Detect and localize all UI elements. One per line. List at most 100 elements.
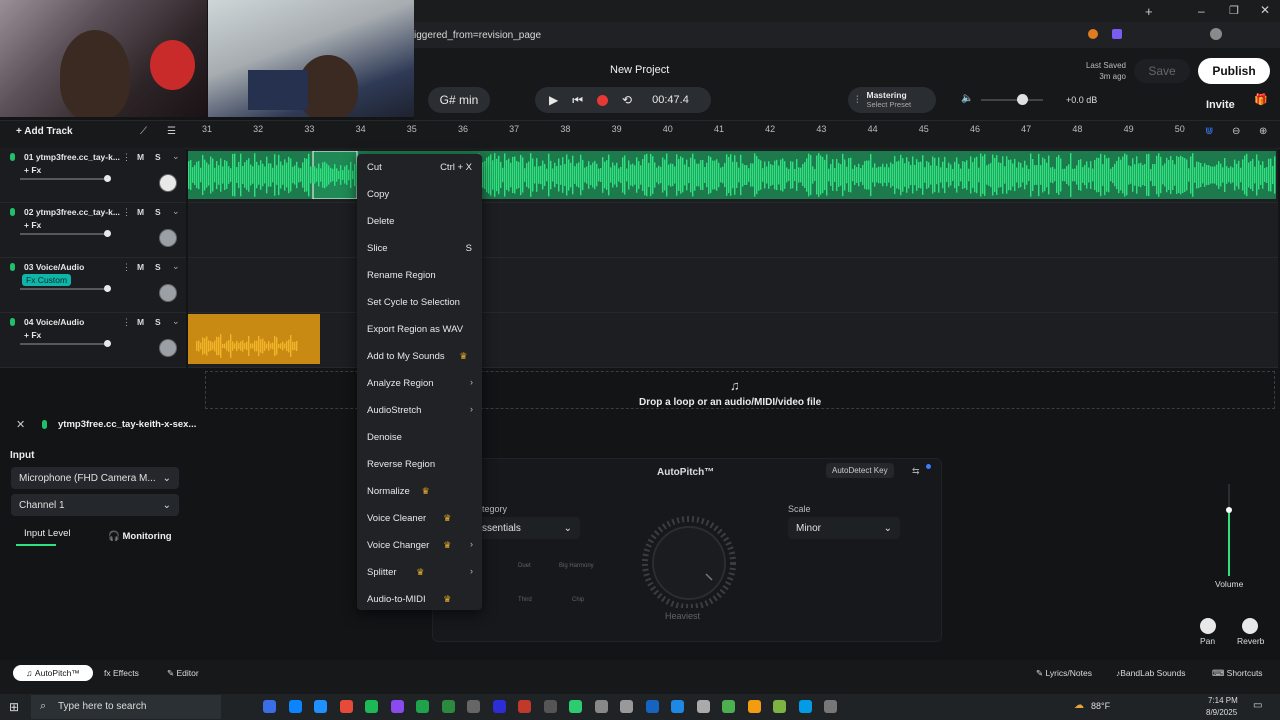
preset-third[interactable]: Third xyxy=(518,597,532,603)
solo-button[interactable]: S xyxy=(155,207,161,217)
add-fx-button[interactable]: + Fx xyxy=(24,220,41,230)
snap-icon[interactable]: ⋓ xyxy=(1205,126,1213,137)
track-name[interactable]: 03 Voice/Audio xyxy=(24,262,84,272)
maximize-icon[interactable]: ❐ xyxy=(1229,4,1239,17)
track-volume-knob[interactable] xyxy=(104,340,111,347)
taskbar-app-icon[interactable] xyxy=(518,700,531,713)
master-volume-slider[interactable] xyxy=(981,99,1043,101)
invite-button[interactable]: Invite xyxy=(1206,99,1235,111)
taskbar-app-icon[interactable] xyxy=(314,700,327,713)
publish-button[interactable]: Publish xyxy=(1198,58,1270,84)
lyrics-notes-button[interactable]: ✎ Lyrics/Notes xyxy=(1036,668,1092,679)
taskbar-app-icon[interactable] xyxy=(594,700,608,713)
chevron-down-icon[interactable]: ⌄ xyxy=(172,261,180,272)
close-window-icon[interactable]: ✕ xyxy=(1260,3,1270,17)
volume-slider-thumb[interactable] xyxy=(1226,507,1232,513)
menu-item-audio-to-midi[interactable]: Audio-to-MIDI ♛ xyxy=(357,592,482,612)
bandlab-sounds-button[interactable]: ♪BandLab Sounds xyxy=(1116,668,1185,678)
track-volume-slider[interactable] xyxy=(20,343,108,345)
track-header-3[interactable]: 03 Voice/Audio Fx Custom ⋮ M S ⌄ xyxy=(0,258,186,313)
track-header-4[interactable]: 04 Voice/Audio + Fx ⋮ M S ⌄ xyxy=(0,313,186,368)
taskbar-app-icon[interactable] xyxy=(263,700,276,713)
preset-chip[interactable]: Chip xyxy=(572,597,584,603)
menu-item-reverse-region[interactable]: Reverse Region xyxy=(357,457,482,477)
track-header-1[interactable]: 01 ytmp3free.cc_tay-k... + Fx ⋮ M S ⌄ xyxy=(0,148,186,203)
pan-knob[interactable] xyxy=(159,174,177,192)
add-track-button[interactable]: + Add Track xyxy=(16,126,73,137)
track-name[interactable]: 04 Voice/Audio xyxy=(24,317,84,327)
menu-item-denoise[interactable]: Denoise xyxy=(357,430,482,450)
scale-select[interactable]: Minor ⌄ xyxy=(788,517,900,539)
ruler-bar-number[interactable]: 38 xyxy=(555,124,575,134)
track-menu-icon[interactable]: ⋮ xyxy=(122,152,131,163)
menu-item-splitter[interactable]: Splitter ♛ › xyxy=(357,565,482,585)
address-bar[interactable] xyxy=(414,22,1280,48)
audio-region-1[interactable] xyxy=(188,151,1276,199)
temperature[interactable]: 88°F xyxy=(1091,701,1110,711)
rewind-icon[interactable]: ⏮ xyxy=(572,93,583,108)
url-text[interactable]: iggered_from=revision_page xyxy=(414,30,541,41)
taskbar-app-icon[interactable] xyxy=(671,700,684,713)
taskbar-app-icon[interactable] xyxy=(365,700,378,713)
monitoring-button[interactable]: 🎧 Monitoring xyxy=(108,531,172,542)
track-volume-slider[interactable] xyxy=(20,233,108,235)
project-title[interactable]: New Project xyxy=(610,64,669,76)
save-button[interactable]: Save xyxy=(1134,59,1190,83)
solo-button[interactable]: S xyxy=(155,262,161,272)
track-menu-icon[interactable]: ⋮ xyxy=(122,207,131,218)
play-icon[interactable]: ▶ xyxy=(549,93,558,107)
ruler-bar-number[interactable]: 33 xyxy=(299,124,319,134)
menu-item-voice-cleaner[interactable]: Voice Cleaner ♛ xyxy=(357,511,482,531)
taskbar-app-icon[interactable] xyxy=(798,700,812,713)
menu-item-slice[interactable]: Slice S xyxy=(357,241,482,261)
ruler-bar-number[interactable]: 39 xyxy=(607,124,627,134)
menu-item-cut[interactable]: Cut Ctrl + X xyxy=(357,160,482,180)
mute-button[interactable]: M xyxy=(137,317,144,327)
taskbar-app-icon[interactable] xyxy=(645,700,659,713)
audio-region-4[interactable] xyxy=(188,314,320,364)
solo-button[interactable]: S xyxy=(155,317,161,327)
chevron-down-icon[interactable]: ⌄ xyxy=(172,151,180,162)
ruler-bar-number[interactable]: 44 xyxy=(863,124,883,134)
pan-knob[interactable] xyxy=(159,339,177,357)
chevron-down-icon[interactable]: ⌄ xyxy=(172,206,180,217)
taskbar-app-icon[interactable] xyxy=(620,700,633,713)
ruler-bar-number[interactable]: 34 xyxy=(351,124,371,134)
menu-item-analyze-region[interactable]: Analyze Region › xyxy=(357,376,482,396)
clock-date[interactable]: 8/9/2025 xyxy=(1206,708,1237,717)
track-lane-2[interactable] xyxy=(188,203,1278,258)
autodetect-key-button[interactable]: AutoDetect Key xyxy=(826,463,894,478)
mute-button[interactable]: M xyxy=(137,262,144,272)
clock-time[interactable]: 7:14 PM xyxy=(1208,696,1238,705)
ruler-bar-number[interactable]: 43 xyxy=(811,124,831,134)
mute-button[interactable]: M xyxy=(137,207,144,217)
taskbar-app-icon[interactable] xyxy=(722,700,735,713)
solo-button[interactable]: S xyxy=(155,152,161,162)
tab-editor[interactable]: ✎ Editor xyxy=(167,668,199,679)
fx-custom-badge[interactable]: Fx Custom xyxy=(22,274,72,286)
notification-icon[interactable]: ▭ xyxy=(1253,700,1262,711)
ruler-bar-number[interactable]: 48 xyxy=(1067,124,1087,134)
menu-item-set-cycle-to-selection[interactable]: Set Cycle to Selection xyxy=(357,295,482,315)
tool-icon[interactable]: ⟋ xyxy=(140,126,147,137)
cycle-icon[interactable]: ⟲ xyxy=(622,93,632,107)
chevron-down-icon[interactable]: ⌄ xyxy=(172,316,180,327)
taskbar-app-icon[interactable] xyxy=(467,700,480,713)
track-menu-icon[interactable]: ⋮ xyxy=(122,262,131,273)
ruler-bar-number[interactable]: 36 xyxy=(453,124,473,134)
record-icon[interactable] xyxy=(597,94,609,106)
menu-item-export-region-as-wav[interactable]: Export Region as WAV xyxy=(357,322,482,342)
ruler-bar-number[interactable]: 45 xyxy=(914,124,934,134)
master-volume-knob[interactable] xyxy=(1017,94,1028,105)
ruler-bar-number[interactable]: 47 xyxy=(1016,124,1036,134)
zoom-out-icon[interactable]: ⊖ xyxy=(1232,126,1240,137)
ruler-bar-number[interactable]: 41 xyxy=(709,124,729,134)
category-select[interactable]: ssentials ⌄ xyxy=(474,517,580,539)
shortcuts-button[interactable]: ⌨ Shortcuts xyxy=(1212,668,1263,679)
menu-item-rename-region[interactable]: Rename Region xyxy=(357,268,482,288)
track-volume-slider[interactable] xyxy=(20,178,108,180)
extension-icon[interactable] xyxy=(1112,29,1122,39)
track-lane-4[interactable] xyxy=(188,313,1278,368)
track-name[interactable]: 02 ytmp3free.cc_tay-k... xyxy=(24,207,120,217)
taskbar-app-icon[interactable] xyxy=(569,700,582,713)
